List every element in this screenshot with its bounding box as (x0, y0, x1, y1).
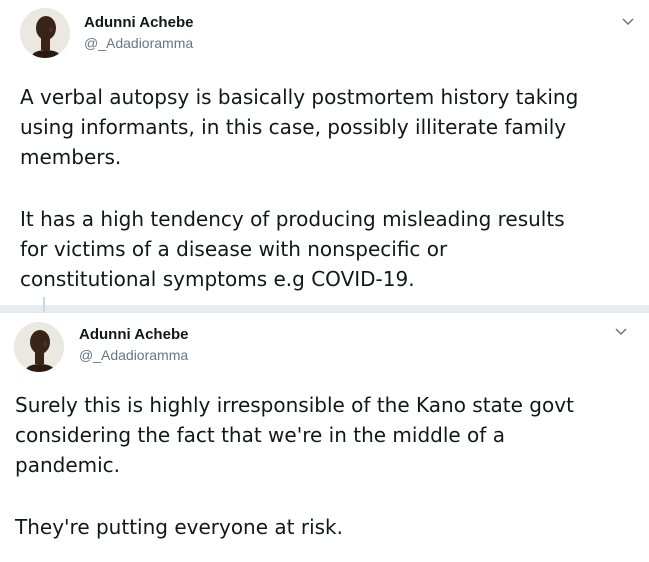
tweet-text-line: for victims of a disease with nonspecifi… (20, 237, 448, 261)
tweet-text-line: It has a high tendency of producing misl… (20, 207, 565, 231)
tweet-text: Surely this is highly irresponsible of t… (15, 390, 574, 542)
tweet-text-line: considering the fact that we're in the m… (15, 423, 505, 447)
tweet-text-line: They're putting everyone at risk. (15, 515, 343, 539)
chevron-down-icon[interactable] (613, 323, 629, 339)
author-name[interactable]: Adunni Achebe (84, 14, 193, 31)
tweet-card[interactable]: Adunni Achebe @_Adadioramma Surely this … (0, 312, 649, 562)
thread-connector (43, 297, 45, 312)
tweet-card[interactable]: Adunni Achebe @_Adadioramma A verbal aut… (0, 0, 649, 305)
author-handle[interactable]: @_Adadioramma (79, 347, 188, 363)
tweet-text-line: Surely this is highly irresponsible of t… (15, 393, 574, 417)
chevron-down-icon[interactable] (620, 13, 636, 29)
tweet-text-line: members. (20, 145, 122, 169)
author-handle[interactable]: @_Adadioramma (84, 35, 193, 51)
tweet-text-line: constitutional symptoms e.g COVID-19. (20, 267, 415, 291)
author-name[interactable]: Adunni Achebe (79, 326, 188, 343)
tweet-text: A verbal autopsy is basically postmortem… (20, 82, 578, 294)
tweet-text-line: A verbal autopsy is basically postmortem… (20, 85, 579, 109)
avatar[interactable] (20, 8, 70, 58)
avatar[interactable] (14, 322, 64, 372)
tweet-text-line: using informants, in this case, possibly… (20, 115, 567, 139)
tweet-text-line: pandemic. (15, 453, 121, 477)
